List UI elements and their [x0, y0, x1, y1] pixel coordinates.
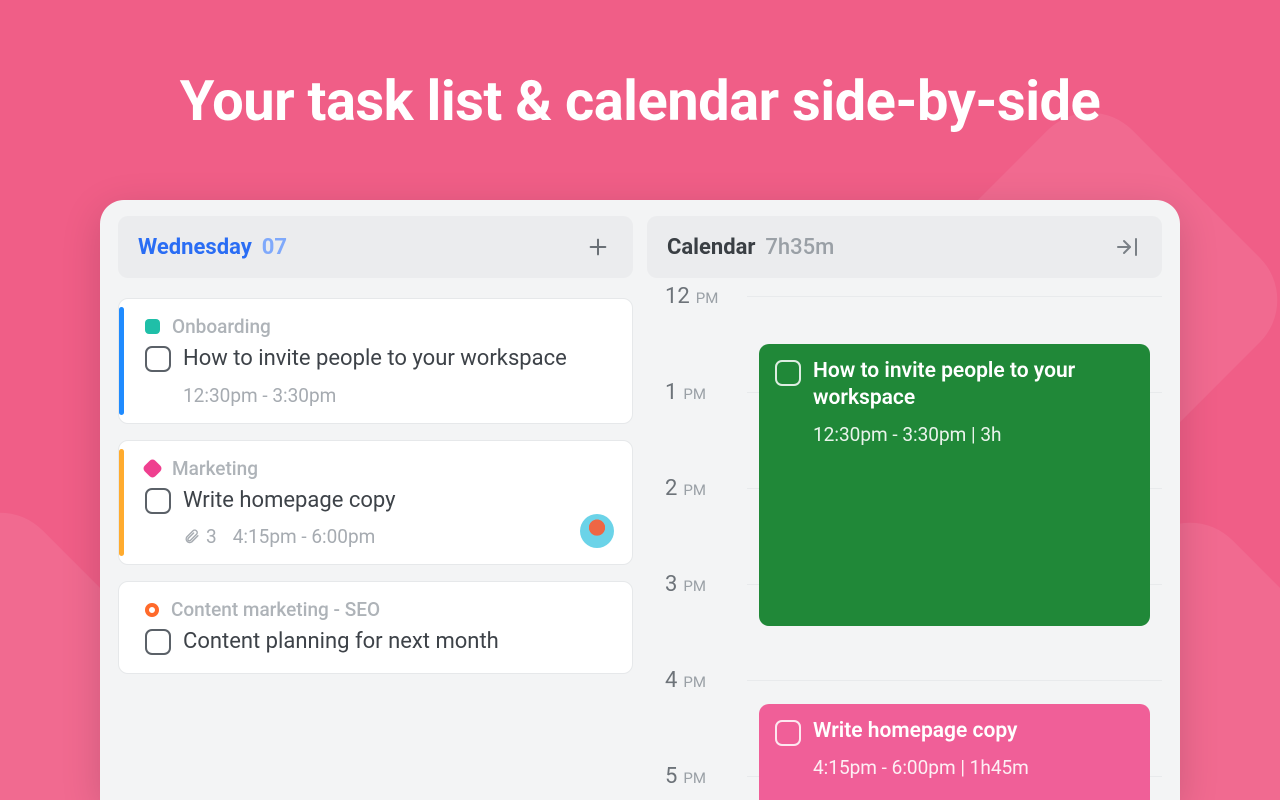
hour-label: 2PM [665, 476, 745, 501]
task-panel: Wednesday 07 Onboarding How to invi [118, 216, 633, 800]
calendar-event[interactable]: Write homepage copy 4:15pm - 6:00pm | 1h4… [759, 704, 1150, 800]
hour-label: 4PM [665, 668, 745, 693]
task-list: Onboarding How to invite people to your … [118, 278, 633, 674]
calendar-title: Calendar [667, 235, 755, 260]
calendar-event[interactable]: How to invite people to your workspace 12… [759, 344, 1150, 626]
calendar-panel: Calendar 7h35m 12PM 1PM 2PM 3PM 4PM 5PM How t… [647, 216, 1162, 800]
calendar-body[interactable]: 12PM 1PM 2PM 3PM 4PM 5PM How to invite people… [647, 278, 1162, 800]
attachment-count: 3 [183, 525, 217, 548]
hour-gridline [747, 680, 1162, 681]
task-title: Write homepage copy [183, 486, 396, 516]
task-title: How to invite people to your workspace [183, 344, 567, 374]
add-task-button[interactable] [583, 232, 613, 262]
event-time: 4:15pm - 6:00pm | 1h45m [775, 756, 1134, 779]
task-panel-header: Wednesday 07 [118, 216, 633, 278]
day-name: Wednesday [138, 235, 252, 260]
event-checkbox[interactable] [775, 360, 801, 386]
hour-label: 1PM [665, 380, 745, 405]
task-checkbox[interactable] [145, 346, 171, 372]
calendar-total-time: 7h35m [765, 235, 834, 260]
category-dot-icon [142, 458, 163, 479]
category-label: Onboarding [172, 315, 271, 338]
page-headline: Your task list & calendar side-by-side [0, 0, 1280, 134]
category-dot-icon [145, 603, 159, 617]
paperclip-icon [183, 528, 200, 545]
task-card[interactable]: Content marketing - SEO Content planning… [118, 581, 633, 674]
event-time: 12:30pm - 3:30pm | 3h [775, 423, 1134, 446]
hour-label: 5PM [665, 764, 745, 789]
task-time: 4:15pm - 6:00pm [233, 525, 376, 548]
hour-gridline [747, 296, 1162, 297]
plus-icon [587, 236, 609, 258]
hour-label: 3PM [665, 572, 745, 597]
task-card[interactable]: Onboarding How to invite people to your … [118, 298, 633, 424]
category-label: Marketing [172, 457, 258, 480]
task-checkbox[interactable] [145, 629, 171, 655]
task-card[interactable]: Marketing Write homepage copy 3 4:15pm -… [118, 440, 633, 566]
calendar-panel-header: Calendar 7h35m [647, 216, 1162, 278]
task-time: 12:30pm - 3:30pm [183, 384, 336, 407]
app-window: Wednesday 07 Onboarding How to invi [100, 200, 1180, 800]
hour-label: 12PM [665, 284, 745, 309]
task-title: Content planning for next month [183, 627, 499, 657]
event-checkbox[interactable] [775, 720, 801, 746]
collapse-right-icon [1115, 235, 1139, 259]
task-stripe [119, 307, 124, 415]
task-stripe [119, 449, 124, 557]
collapse-calendar-button[interactable] [1112, 232, 1142, 262]
task-checkbox[interactable] [145, 488, 171, 514]
day-number: 07 [262, 235, 287, 260]
event-title: How to invite people to your workspace [813, 358, 1134, 413]
category-label: Content marketing - SEO [171, 598, 380, 621]
category-dot-icon [145, 319, 160, 334]
event-title: Write homepage copy [813, 718, 1017, 745]
